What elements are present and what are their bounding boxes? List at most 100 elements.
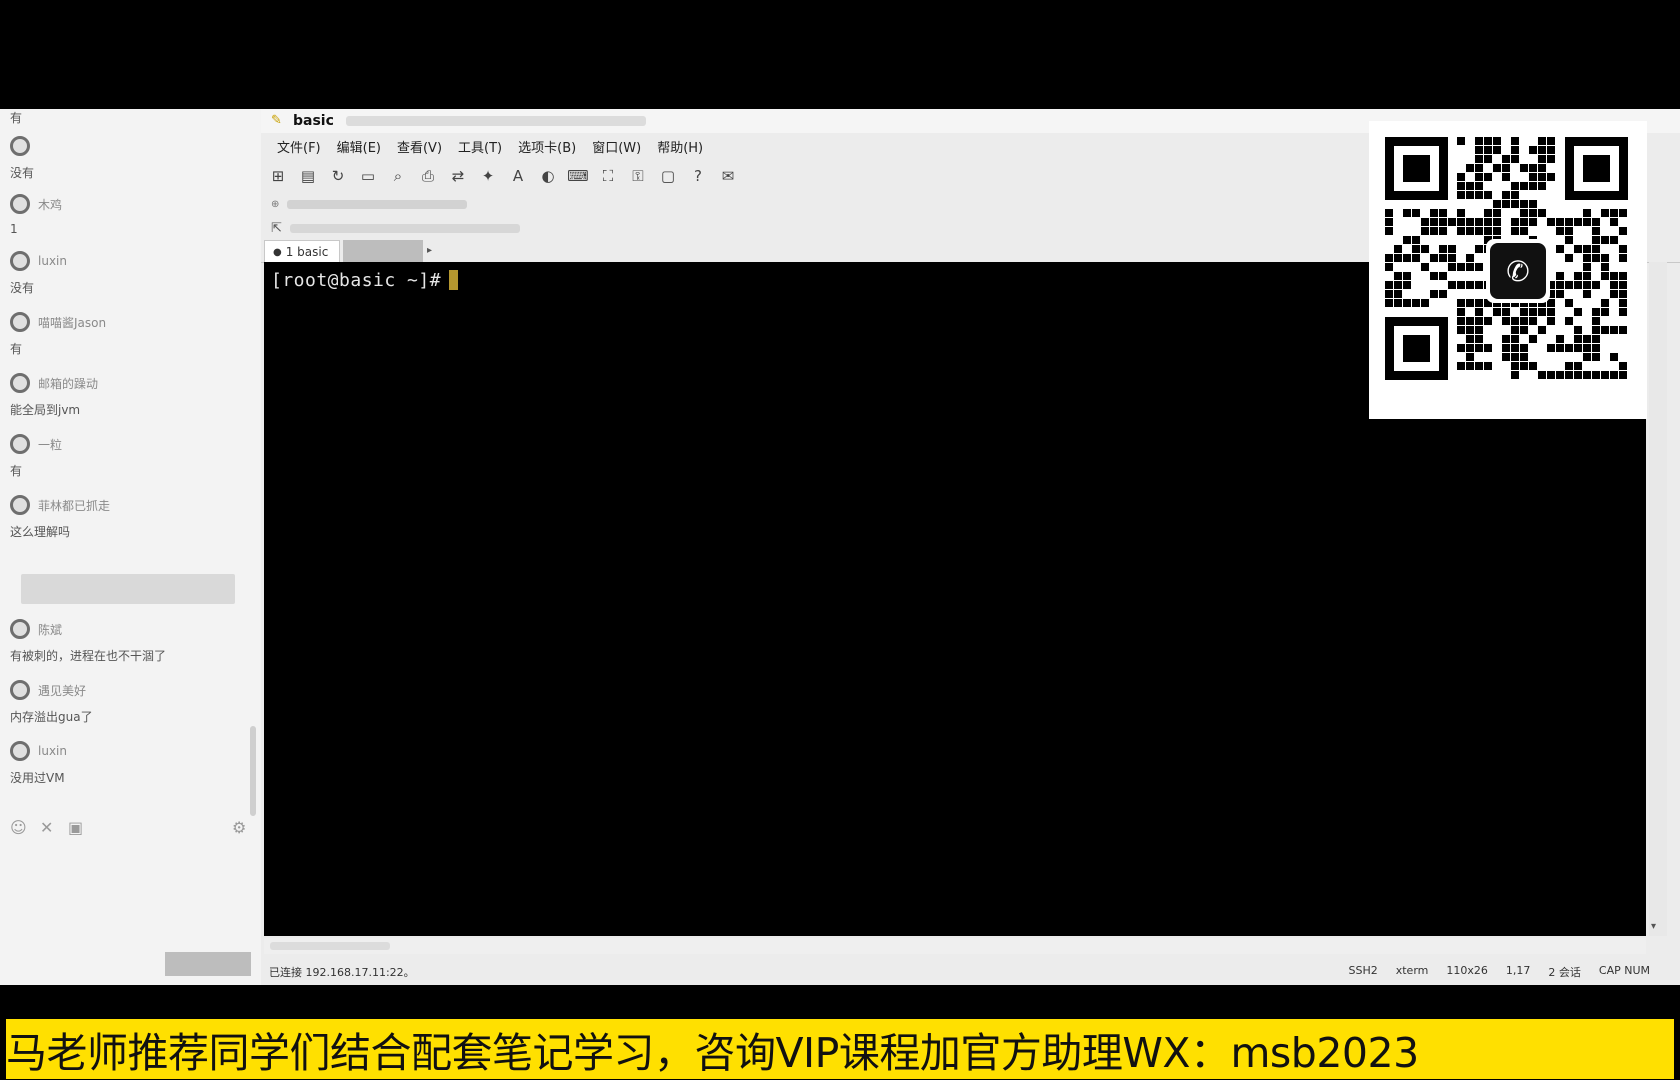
send-button[interactable]	[165, 952, 251, 976]
script-icon[interactable]: ✦	[475, 164, 501, 188]
menu-tools[interactable]: 工具(T)	[458, 137, 502, 156]
qr-module	[1466, 344, 1474, 352]
qr-module	[1430, 209, 1438, 217]
chat-message: 没用过VM	[10, 771, 65, 785]
image-icon[interactable]: ▣	[68, 818, 83, 837]
qr-module	[1520, 353, 1528, 361]
chat-scrollbar[interactable]	[250, 726, 256, 816]
font-icon[interactable]: A	[505, 164, 531, 188]
qr-module	[1511, 362, 1519, 370]
qr-module	[1412, 299, 1420, 307]
clear-icon[interactable]: ✕	[40, 818, 53, 837]
qr-module	[1583, 344, 1591, 352]
qr-module	[1439, 227, 1447, 235]
tab-basic[interactable]: ● 1 basic	[264, 240, 340, 263]
chat-icon[interactable]: ✉	[715, 164, 741, 188]
qr-module	[1601, 263, 1609, 271]
tab-scroll-right-icon[interactable]: ▸	[427, 245, 432, 256]
properties-icon[interactable]: ▭	[355, 164, 381, 188]
qr-module	[1475, 362, 1483, 370]
address-bar[interactable]: ⊕	[271, 195, 468, 213]
qr-module	[1619, 254, 1627, 262]
qr-module	[1421, 218, 1429, 226]
qr-module	[1457, 326, 1465, 334]
find-icon[interactable]: ⌕	[385, 164, 411, 188]
menu-view[interactable]: 查看(V)	[397, 137, 442, 156]
qr-module	[1457, 299, 1465, 307]
toolbar: ⊞ ▤ ↻ ▭ ⌕ ⎙ ⇄ ✦ A ◐ ⌨ ⛶ ⚿ ▢ ? ✉	[261, 161, 741, 191]
qr-module	[1466, 182, 1474, 190]
qr-module	[1466, 326, 1474, 334]
terminal-scrollbar[interactable]	[1649, 262, 1667, 936]
qr-finder	[1403, 155, 1430, 182]
qr-module	[1511, 371, 1519, 379]
qr-module	[1475, 335, 1483, 343]
qr-module	[1502, 164, 1510, 172]
chat-user: 喵喵酱Jason	[10, 311, 106, 333]
qr-module	[1448, 254, 1456, 262]
qr-module	[1538, 155, 1546, 163]
menu-tabs[interactable]: 选项卡(B)	[518, 137, 576, 156]
print-icon[interactable]: ⎙	[415, 164, 441, 188]
compose-bar[interactable]	[264, 938, 1646, 954]
qr-module	[1484, 209, 1492, 217]
open-icon[interactable]: ▤	[295, 164, 321, 188]
menu-edit[interactable]: 编辑(E)	[337, 137, 381, 156]
qr-module	[1583, 254, 1591, 262]
chat-user	[10, 135, 38, 157]
menu-help[interactable]: 帮助(H)	[657, 137, 703, 156]
qr-module	[1385, 254, 1393, 262]
qr-module	[1466, 191, 1474, 199]
qr-module	[1475, 299, 1483, 307]
qr-module	[1511, 191, 1519, 199]
qr-module	[1529, 209, 1537, 217]
menu-window[interactable]: 窗口(W)	[592, 137, 641, 156]
menu-file[interactable]: 文件(F)	[277, 137, 321, 156]
chat-user: 遇见美好	[10, 679, 86, 701]
qr-module	[1529, 335, 1537, 343]
qr-module	[1475, 245, 1483, 253]
qr-module	[1592, 254, 1600, 262]
qr-module	[1538, 137, 1546, 145]
qr-module	[1583, 353, 1591, 361]
color-icon[interactable]: ◐	[535, 164, 561, 188]
qr-module	[1430, 272, 1438, 280]
qr-module	[1439, 272, 1447, 280]
qr-module	[1574, 308, 1582, 316]
chat-message: 有	[10, 464, 23, 478]
qr-module	[1556, 290, 1564, 298]
qr-module	[1502, 335, 1510, 343]
keyboard-icon[interactable]: ⌨	[565, 164, 591, 188]
qr-module	[1403, 209, 1411, 217]
qr-module	[1484, 155, 1492, 163]
qr-module	[1493, 209, 1501, 217]
qr-module	[1565, 254, 1573, 262]
screen: 有 没有 木鸡 1 luxin 没有 喵喵酱Jason 有 邮箱的躁动 能全局到…	[0, 0, 1680, 1080]
qr-module	[1583, 290, 1591, 298]
gear-icon[interactable]: ⚙	[232, 818, 246, 837]
compose-icon[interactable]: ▢	[655, 164, 681, 188]
avatar	[10, 619, 30, 639]
qr-module	[1457, 263, 1465, 271]
lock-icon[interactable]: ⚿	[625, 164, 651, 188]
reconnect-icon[interactable]: ↻	[325, 164, 351, 188]
help-icon[interactable]: ?	[685, 164, 711, 188]
terminal-cursor	[449, 270, 459, 290]
tab-other[interactable]	[343, 240, 423, 263]
scroll-down-icon[interactable]: ▾	[1651, 921, 1656, 932]
new-session-icon[interactable]: ⊞	[265, 164, 291, 188]
fullscreen-icon[interactable]: ⛶	[595, 164, 621, 188]
chat-username: 陈斌	[38, 622, 63, 637]
qr-module	[1565, 317, 1573, 325]
qr-module	[1511, 317, 1519, 325]
chat-message: 内存溢出gua了	[10, 710, 93, 724]
qr-module	[1475, 344, 1483, 352]
qr-module	[1457, 218, 1465, 226]
emoji-icon[interactable]: ☺	[10, 818, 27, 837]
qr-module	[1529, 218, 1537, 226]
transfer-icon[interactable]: ⇄	[445, 164, 471, 188]
qr-module	[1574, 218, 1582, 226]
status-sessions: 2 会话	[1548, 966, 1581, 979]
qr-module	[1583, 371, 1591, 379]
qr-module	[1457, 317, 1465, 325]
